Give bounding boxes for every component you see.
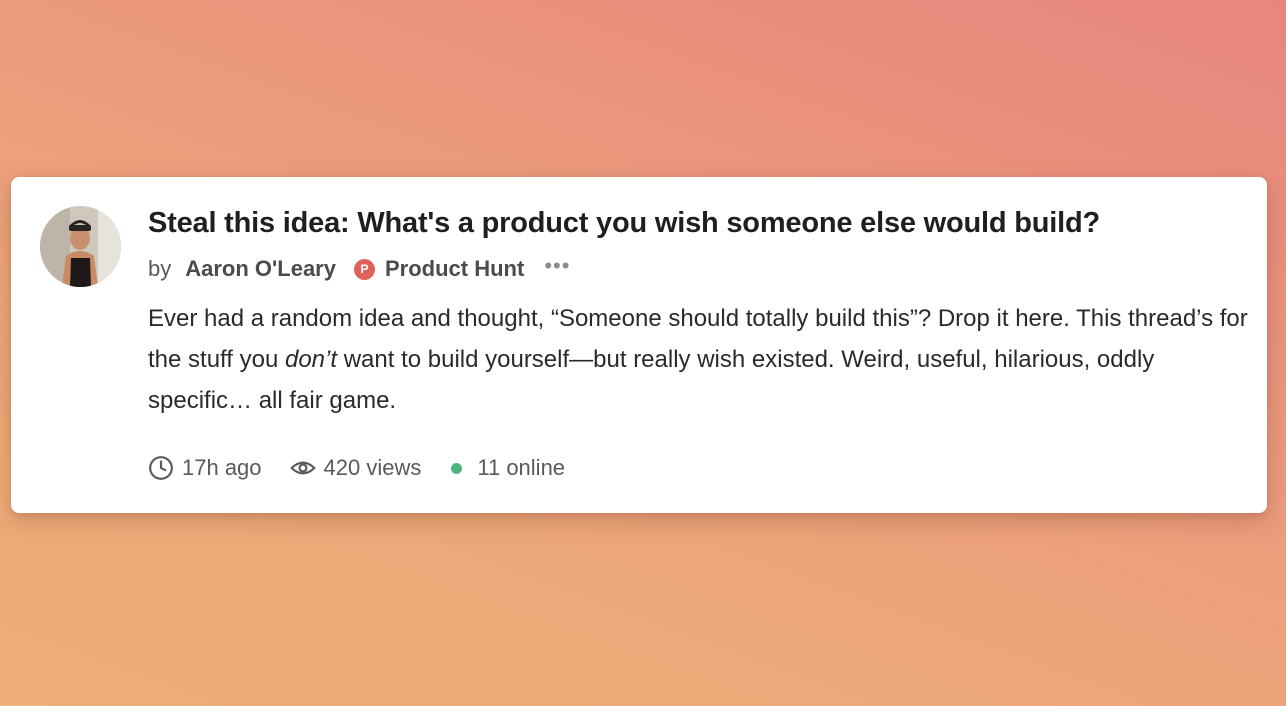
by-label: by xyxy=(148,256,172,281)
views-stat: 420 views xyxy=(290,455,422,481)
author-avatar[interactable] xyxy=(40,206,121,287)
online-stat: 11 online xyxy=(449,455,565,481)
author-link[interactable]: Aaron O'Leary xyxy=(185,256,336,282)
community-link[interactable]: Product Hunt xyxy=(385,256,524,282)
clock-icon xyxy=(149,456,173,480)
time-ago: 17h ago xyxy=(182,455,262,480)
product-hunt-icon: P xyxy=(353,258,375,280)
more-options-button[interactable]: ••• xyxy=(544,255,570,277)
post-body-emphasis: don’t xyxy=(284,346,338,373)
post-content: Steal this idea: What's a product you wi… xyxy=(148,203,1248,421)
discussion-card[interactable]: Steal this idea: What's a product you wi… xyxy=(11,177,1267,513)
post-meta: 17h ago 420 views 11 online xyxy=(148,455,593,481)
post-body: Ever had a random idea and thought, “Som… xyxy=(148,298,1258,421)
time-stat: 17h ago xyxy=(148,455,262,481)
online-count: 11 online xyxy=(477,455,566,480)
eye-icon xyxy=(290,461,315,475)
post-title[interactable]: Steal this idea: What's a product you wi… xyxy=(148,203,1247,243)
online-dot-icon xyxy=(451,462,463,474)
byline: by Aaron O'Leary P Product Hunt ••• xyxy=(148,254,1247,284)
view-count: 420 views xyxy=(323,455,422,480)
